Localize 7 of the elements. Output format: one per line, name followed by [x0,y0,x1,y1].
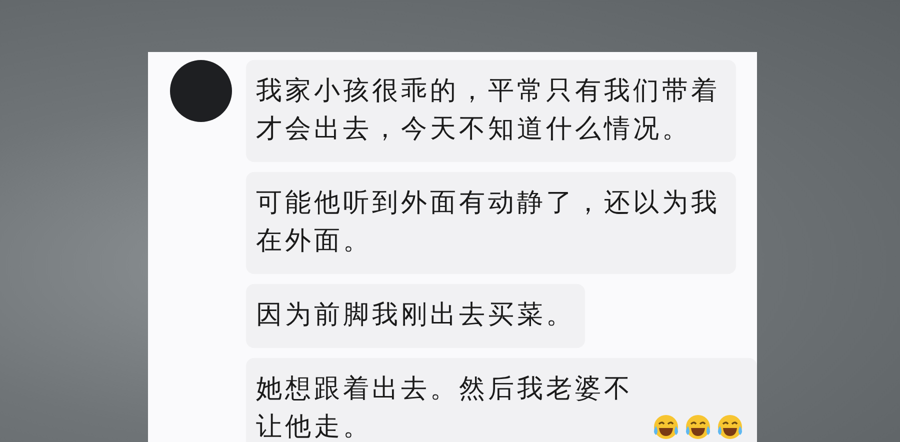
message-text: 因为前脚我刚出去买菜。 [256,300,575,330]
laughing-crying-emoji-icon [651,412,681,442]
laughing-crying-emoji-icon [715,412,745,442]
message-text: 可能他听到外面有动静了，还以为我在外面。 [256,188,720,256]
laughing-crying-emoji-icon [683,412,713,442]
message-text: 我家小孩很乖的，平常只有我们带着才会出去，今天不知道什么情况。 [256,76,720,144]
message-text: 她想跟着出去。然后我老婆不让他走。 [256,373,634,442]
